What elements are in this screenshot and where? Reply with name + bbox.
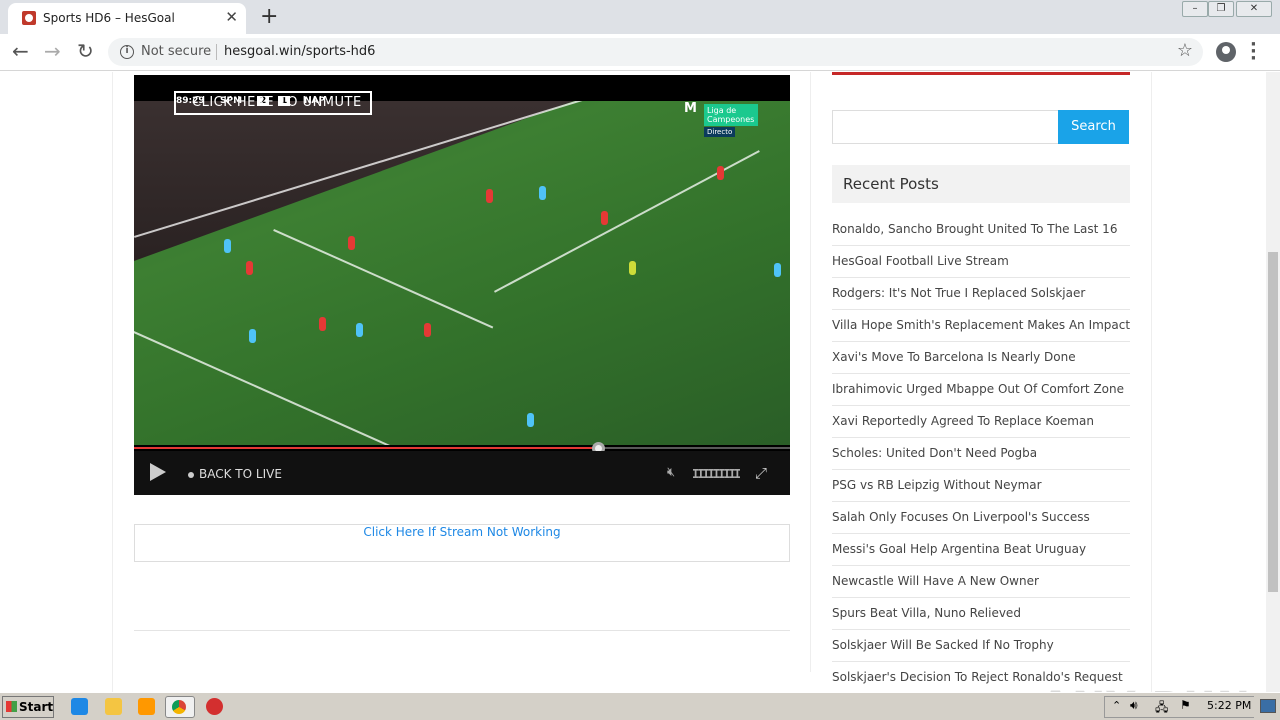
player-figure — [356, 323, 363, 337]
competition-badge: Liga de Campeones — [704, 104, 758, 126]
pitch-line — [134, 331, 518, 445]
recent-post-link[interactable]: Ibrahimovic Urged Mbappe Out Of Comfort … — [832, 374, 1130, 406]
play-icon[interactable] — [150, 463, 166, 481]
back-to-live-button[interactable]: BACK TO LIVE — [199, 467, 282, 481]
browser-menu-icon[interactable]: · · · — [1250, 36, 1257, 68]
player-figure — [246, 261, 253, 275]
watermark-logo: ANY RUN — [1040, 684, 1251, 692]
recent-post-link[interactable]: Xavi's Move To Barcelona Is Nearly Done — [832, 342, 1130, 374]
bookmark-star-icon[interactable]: ☆ — [1177, 40, 1193, 61]
fullscreen-icon[interactable]: ⤢ — [755, 464, 767, 482]
profile-avatar-icon[interactable] — [1216, 42, 1236, 62]
restore-button[interactable]: ❐ — [1208, 1, 1234, 17]
recent-post-link[interactable]: Newcastle Will Have A New Owner — [832, 566, 1130, 598]
network-icon[interactable]: 🖧︎ — [1155, 698, 1168, 719]
address-separator — [216, 44, 217, 60]
scrollbar-thumb[interactable] — [1268, 252, 1278, 592]
progress-fill — [134, 447, 598, 449]
tab-title: Sports HD6 – HesGoal — [43, 11, 175, 25]
url-text[interactable]: hesgoal.win/sports-hd6 — [224, 44, 375, 59]
show-desktop-icon[interactable] — [1260, 699, 1276, 713]
recent-post-link[interactable]: Messi's Goal Help Argentina Beat Uruguay — [832, 534, 1130, 566]
minimize-button[interactable]: – — [1182, 1, 1208, 17]
recent-post-link[interactable]: HesGoal Football Live Stream — [832, 246, 1130, 278]
live-badge: Directo — [704, 127, 736, 137]
browser-titlebar: Sports HD6 – HesGoal ✕ + – ❐ ✕ — [0, 0, 1280, 34]
unmute-overlay-text[interactable]: CLICK HERE TO UNMUTE — [192, 95, 362, 110]
recent-post-link[interactable]: Scholes: United Don't Need Pogba — [832, 438, 1130, 470]
folder-icon[interactable] — [105, 698, 122, 715]
player-figure — [249, 329, 256, 343]
player-figure — [539, 186, 546, 200]
video-player[interactable]: 89:29 SPM 2 1 NAP CLICK HERE TO UNMUTE M… — [134, 75, 790, 495]
browser-toolbar: ← → ↻ i Not secure hesgoal.win/sports-hd… — [0, 34, 1280, 71]
recent-post-link[interactable]: Villa Hope Smith's Replacement Makes An … — [832, 310, 1130, 342]
windows-logo-icon — [6, 701, 17, 712]
recent-posts-list: Ronaldo, Sancho Brought United To The La… — [832, 214, 1130, 692]
mute-icon[interactable]: 🔇︎ — [667, 465, 675, 480]
pitch-line — [273, 229, 494, 329]
player-figure — [601, 211, 608, 225]
column-divider — [810, 72, 811, 672]
forward-arrow-icon[interactable]: → — [44, 39, 61, 63]
reload-icon[interactable]: ↻ — [77, 39, 94, 63]
player-figure — [224, 239, 231, 253]
tray-arrow-icon[interactable]: ⌃ — [1112, 699, 1121, 712]
close-window-button[interactable]: ✕ — [1236, 1, 1272, 17]
player-controls: BACK TO LIVE 🔇︎ IIIIIIIII ⤢ — [134, 451, 790, 495]
back-arrow-icon[interactable]: ← — [12, 39, 29, 63]
player-figure — [486, 189, 493, 203]
divider — [134, 630, 790, 631]
new-tab-button[interactable]: + — [260, 4, 278, 29]
player-figure — [319, 317, 326, 331]
stands — [134, 101, 574, 261]
taskbar-clock[interactable]: 5:22 PM — [1207, 699, 1251, 712]
ie-icon[interactable] — [71, 698, 88, 715]
sidebar-top-bar — [832, 72, 1130, 75]
page-scrollbar[interactable] — [1266, 72, 1280, 692]
recent-post-link[interactable]: Xavi Reportedly Agreed To Replace Koeman — [832, 406, 1130, 438]
address-bar[interactable]: i Not secure hesgoal.win/sports-hd6 ☆ — [108, 38, 1203, 66]
start-button[interactable]: Start — [2, 696, 54, 718]
browser-tab[interactable]: Sports HD6 – HesGoal ✕ — [8, 3, 246, 34]
recent-post-link[interactable]: Rodgers: It's Not True I Replaced Solskj… — [832, 278, 1130, 310]
stream-not-working-button[interactable]: Click Here If Stream Not Working — [134, 524, 790, 562]
info-icon[interactable]: i — [120, 45, 134, 59]
opera-icon[interactable] — [206, 698, 223, 715]
windows-taskbar: Start ⌃ 🔊︎ 🖧︎ ⚑ 5:22 PM — [0, 692, 1280, 720]
search-button[interactable]: Search — [1058, 110, 1129, 144]
player-figure — [774, 263, 781, 277]
recent-post-link[interactable]: Ronaldo, Sancho Brought United To The La… — [832, 214, 1130, 246]
broadcaster-logo: M — [684, 101, 697, 116]
web-page: 89:29 SPM 2 1 NAP CLICK HERE TO UNMUTE M… — [0, 72, 1266, 692]
player-figure — [348, 236, 355, 250]
player-figure — [424, 323, 431, 337]
tab-close-icon[interactable]: ✕ — [225, 8, 238, 26]
volume-slider[interactable]: IIIIIIIII — [692, 467, 741, 481]
recent-post-link[interactable]: PSG vs RB Leipzig Without Neymar — [832, 470, 1130, 502]
search-input[interactable] — [832, 110, 1059, 144]
player-figure — [717, 166, 724, 180]
site-favicon-icon — [22, 11, 36, 25]
security-label: Not secure — [141, 44, 212, 59]
player-figure — [527, 413, 534, 427]
video-frame — [134, 101, 790, 445]
recent-post-link[interactable]: Solskjaer Will Be Sacked If No Trophy — [832, 630, 1130, 662]
live-dot-icon — [188, 472, 194, 478]
speaker-icon[interactable]: 🔊︎ — [1130, 698, 1138, 713]
player-figure — [629, 261, 636, 275]
recent-posts-heading: Recent Posts — [832, 165, 1130, 203]
start-label: Start — [19, 700, 54, 714]
recent-post-link[interactable]: Salah Only Focuses On Liverpool's Succes… — [832, 502, 1130, 534]
flag-icon[interactable]: ⚑ — [1180, 698, 1191, 712]
chrome-icon — [172, 700, 186, 714]
media-player-icon[interactable] — [138, 698, 155, 715]
recent-post-link[interactable]: Spurs Beat Villa, Nuno Relieved — [832, 598, 1130, 630]
